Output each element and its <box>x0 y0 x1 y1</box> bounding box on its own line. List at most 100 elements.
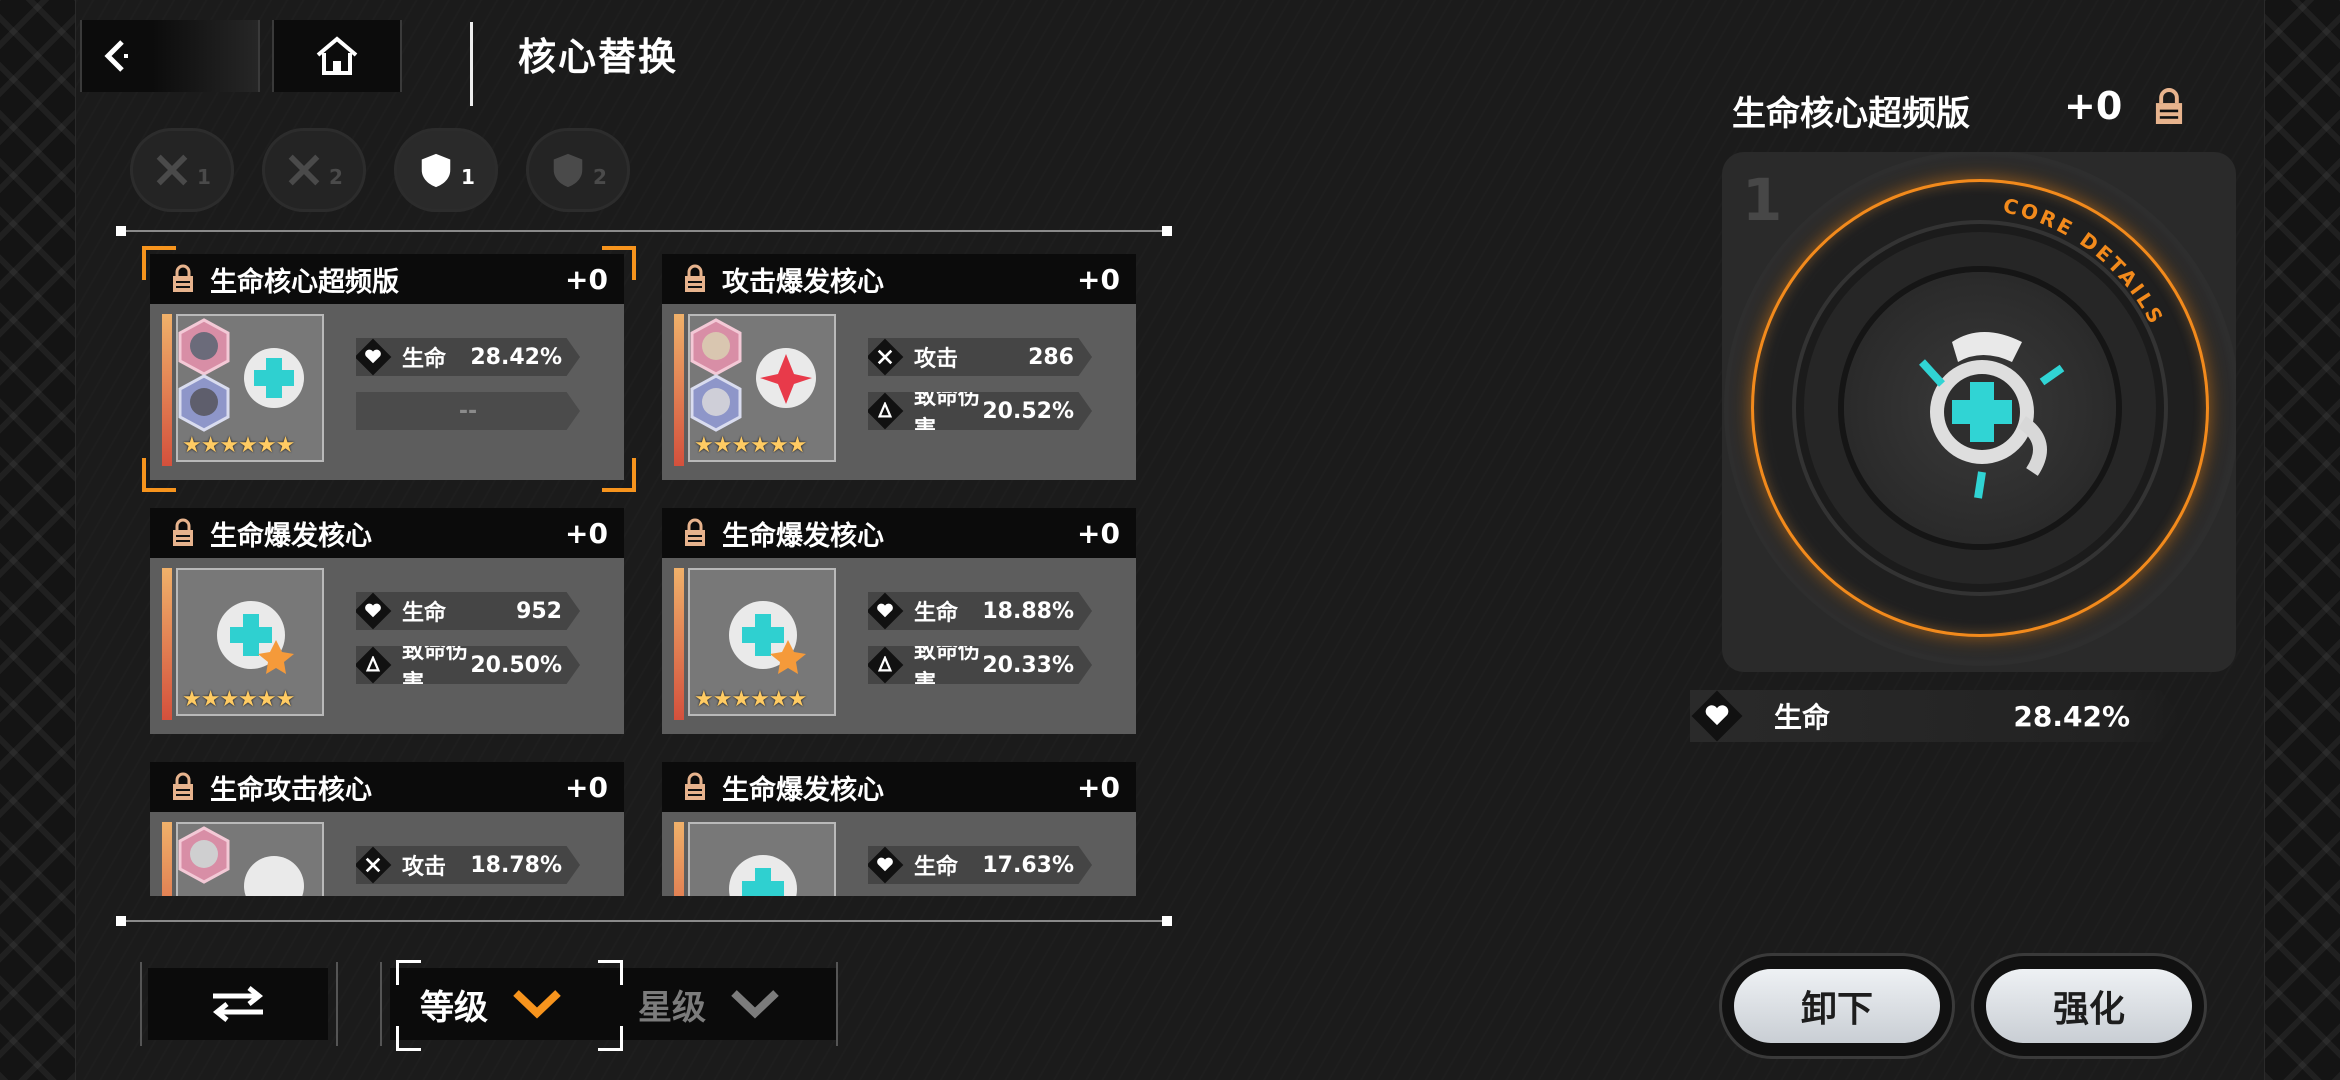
frame-corner <box>396 1026 421 1051</box>
stat-label: 生命 <box>402 601 447 626</box>
stat-row: 生命 18.88% <box>868 592 1092 630</box>
portrait-icon <box>690 318 742 376</box>
enhance-button[interactable]: 强化 <box>1974 956 2204 1056</box>
stat-value: 20.50% <box>470 652 562 678</box>
heal-burst-core-icon <box>729 855 797 896</box>
core-name: 生命爆发核心 <box>210 520 372 552</box>
lock-icon <box>685 518 705 546</box>
enhance-level: +0 <box>565 262 608 296</box>
heart-icon <box>877 603 893 618</box>
crit-icon <box>877 402 893 418</box>
stat-value: 952 <box>516 598 562 624</box>
rarity-bar <box>162 568 172 720</box>
heal-core-icon <box>244 348 304 408</box>
stat-row: 攻击 286 <box>868 338 1092 376</box>
rarity-bar <box>674 822 684 896</box>
frame-corner <box>598 960 623 985</box>
unequip-button[interactable]: 卸下 <box>1722 956 1952 1056</box>
core-card[interactable]: 生命核心超频版 +0 ★★★★★★ 生命 28.42% -- <box>150 254 624 480</box>
attack-core-icon <box>244 856 304 896</box>
core-card[interactable]: 生命爆发核心 +0 ★★★★★★ 生命 952 致命伤害 20.50% <box>150 508 624 734</box>
tab-attack-1[interactable]: 1 <box>130 128 234 212</box>
enhance-level: +0 <box>1077 262 1120 296</box>
core-thumbnail: ★★★★★★ <box>688 822 836 896</box>
core-card[interactable]: 攻击爆发核心 +0 ★★★★★★ 攻击 286 致命伤害 20.52% <box>662 254 1136 480</box>
core-thumbnail: ★★★★★★ <box>176 314 324 462</box>
heal-core-large-icon <box>1919 332 2065 499</box>
stat-row: 攻击 18.78% <box>356 846 580 884</box>
crit-icon <box>365 656 381 672</box>
back-button[interactable] <box>80 20 260 92</box>
swords-icon <box>365 857 381 873</box>
detail-core-name: 生命核心超频版 <box>1732 94 1970 134</box>
frame-corner <box>598 1026 623 1051</box>
tab-defense-1[interactable]: 1 <box>394 128 498 212</box>
bracket-decor <box>380 962 382 1046</box>
heal-burst-core-icon <box>729 601 806 674</box>
stat-value: 28.42% <box>2013 699 2130 733</box>
stat-value: 28.42% <box>470 344 562 370</box>
star-rating: ★★★★★★ <box>182 687 295 712</box>
rarity-bar <box>162 822 172 896</box>
stat-label: 生命 <box>1774 701 1831 734</box>
tab-number: 2 <box>593 165 607 189</box>
star-rating: ★★★★★★ <box>182 433 295 458</box>
left-decor-stripe <box>0 0 76 1080</box>
core-name: 生命核心超频版 <box>210 266 399 298</box>
core-thumbnail: ★★★★★★ <box>688 314 836 462</box>
lock-icon <box>685 264 705 292</box>
core-thumbnail: ★★★★★★ <box>176 568 324 716</box>
core-list[interactable]: 生命核心超频版 +0 ★★★★★★ 生命 28.42% -- 攻击爆发核心 +0… <box>140 246 1150 896</box>
sort-selector[interactable]: 等级 星级 <box>390 960 836 1051</box>
stat-row: 生命 28.42% <box>356 338 580 376</box>
core-card-header: 生命核心超频版 +0 <box>150 254 624 304</box>
stat-label: 攻击 <box>402 855 447 880</box>
bracket-decor <box>140 962 142 1046</box>
back-arrow-icon <box>104 40 128 72</box>
sort-by-star[interactable]: 星级 <box>638 968 780 1040</box>
list-top-divider <box>120 230 1168 232</box>
tab-number: 1 <box>461 165 475 189</box>
stat-row: 致命伤害 20.33% <box>868 646 1092 684</box>
stat-row: 致命伤害 20.52% <box>868 392 1092 430</box>
heart-icon <box>877 857 893 872</box>
core-card[interactable]: 生命攻击核心 +0 ★★★★★★ 攻击 18.78% <box>150 762 624 896</box>
rarity-bar <box>674 314 684 466</box>
core-name: 攻击爆发核心 <box>722 266 884 298</box>
shield-icon <box>553 153 583 188</box>
core-card[interactable]: 生命爆发核心 +0 ★★★★★★ 生命 17.63% <box>662 762 1136 896</box>
lock-icon <box>685 772 705 800</box>
home-icon <box>316 36 358 75</box>
rarity-bar <box>162 314 172 466</box>
stat-label: 致命伤害 <box>914 639 981 696</box>
lock-icon <box>173 772 193 800</box>
crossed-swords-icon <box>288 154 320 186</box>
core-card-header: 生命爆发核心 +0 <box>662 762 1136 812</box>
enhance-level: +0 <box>1077 770 1120 804</box>
core-detail-display: 1 CORE DETAILS <box>1722 152 2236 672</box>
core-thumbnail: ★★★★★★ <box>688 568 836 716</box>
ring-text: CORE DETAILS <box>2001 193 2166 329</box>
core-card-header: 生命爆发核心 +0 <box>150 508 624 558</box>
home-button[interactable] <box>272 20 402 92</box>
svg-text:CORE DETAILS: CORE DETAILS <box>2001 193 2169 329</box>
tab-attack-2[interactable]: 2 <box>262 128 366 212</box>
stat-row: 生命 17.63% <box>868 846 1092 884</box>
core-card-header: 攻击爆发核心 +0 <box>662 254 1136 304</box>
title-divider <box>470 22 473 106</box>
stat-label: 生命 <box>914 855 959 880</box>
stat-value: 17.63% <box>982 852 1074 878</box>
core-card[interactable]: 生命爆发核心 +0 ★★★★★★ 生命 18.88% 致命伤害 20.33% <box>662 508 1136 734</box>
sort-by-level[interactable]: 等级 <box>420 968 562 1040</box>
rarity-bar <box>674 568 684 720</box>
portrait-icon <box>178 318 230 376</box>
stat-label: 致命伤害 <box>402 639 469 696</box>
star-rating: ★★★★★★ <box>694 433 807 458</box>
divider-dot <box>1162 226 1172 236</box>
enhance-level: +0 <box>565 516 608 550</box>
sort-order-toggle-button[interactable] <box>148 968 328 1040</box>
tab-defense-2[interactable]: 2 <box>526 128 630 212</box>
lock-icon[interactable] <box>2152 86 2186 128</box>
sort-level-label: 等级 <box>420 987 488 1028</box>
stat-label: 生命 <box>914 601 959 626</box>
